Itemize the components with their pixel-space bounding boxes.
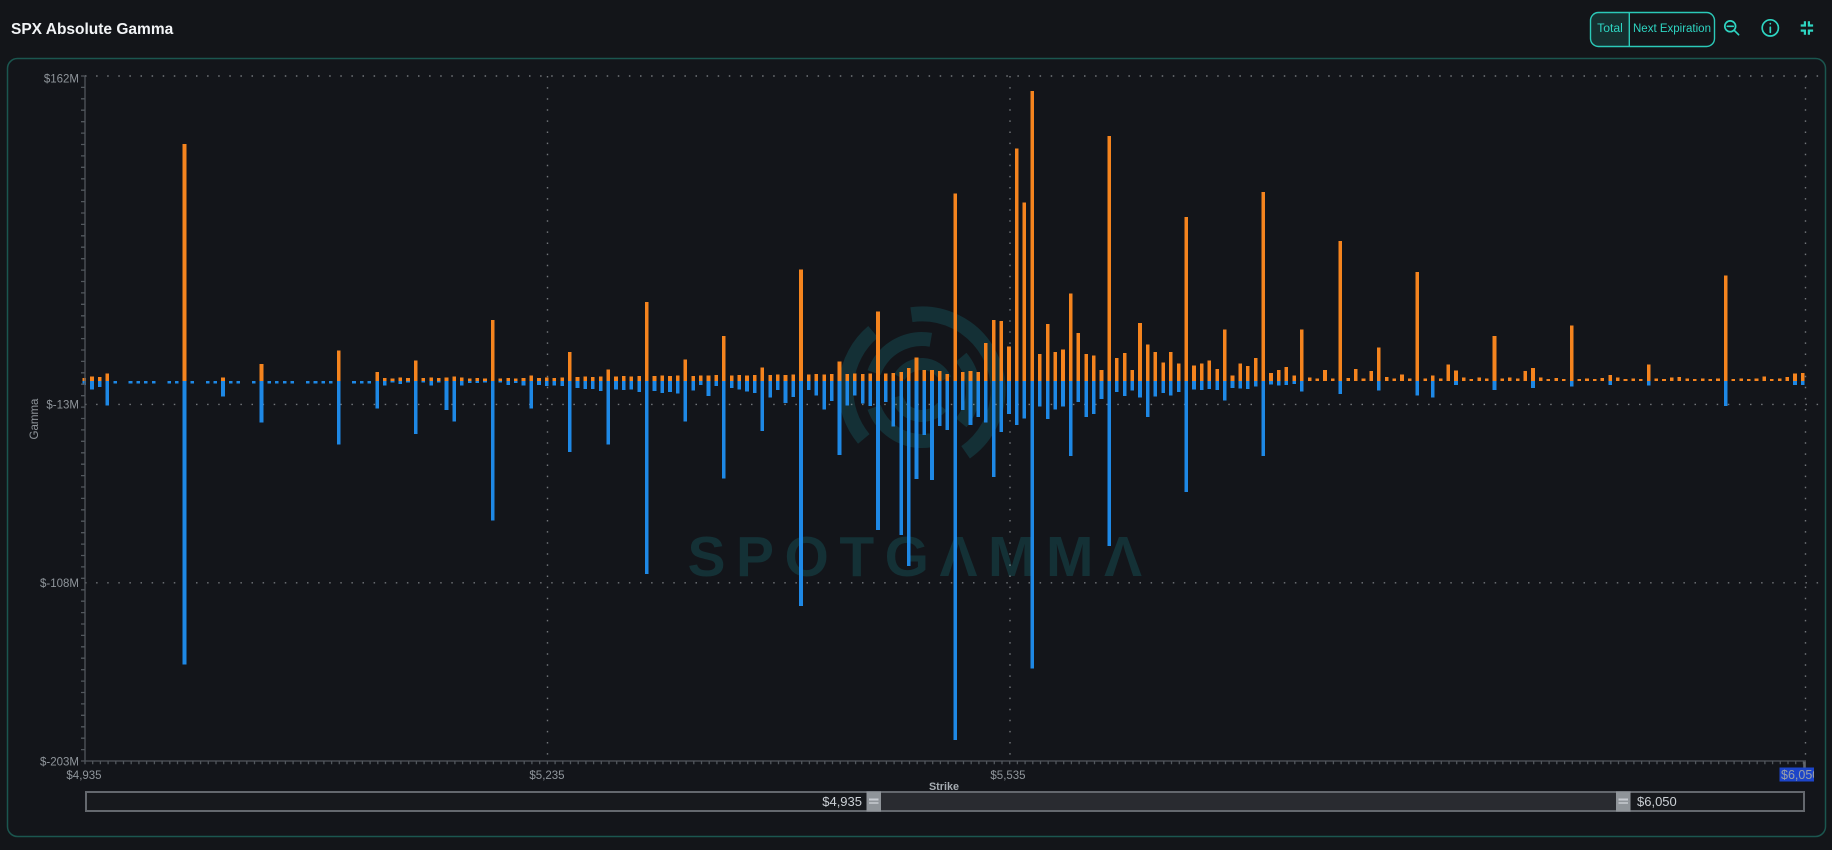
svg-text:SPOTGΛMMΛ: SPOTGΛMMΛ [687, 525, 1152, 589]
svg-text:$4,935: $4,935 [66, 770, 101, 782]
svg-text:$5,535: $5,535 [990, 770, 1025, 782]
svg-text:Total: Total [1597, 21, 1623, 35]
svg-text:$162M: $162M [44, 74, 79, 86]
svg-text:$5,235: $5,235 [529, 770, 564, 782]
svg-text:$4,935: $4,935 [822, 794, 862, 809]
svg-text:Next Expiration: Next Expiration [1633, 23, 1711, 35]
svg-text:$6,050: $6,050 [1781, 768, 1819, 782]
svg-text:Gamma: Gamma [29, 398, 41, 440]
svg-text:$-108M: $-108M [40, 578, 79, 590]
svg-text:$-13M: $-13M [46, 399, 79, 411]
svg-text:$-203M: $-203M [40, 757, 79, 769]
svg-text:$6,050: $6,050 [1637, 794, 1677, 809]
svg-text:SPX Absolute Gamma: SPX Absolute Gamma [11, 21, 174, 38]
